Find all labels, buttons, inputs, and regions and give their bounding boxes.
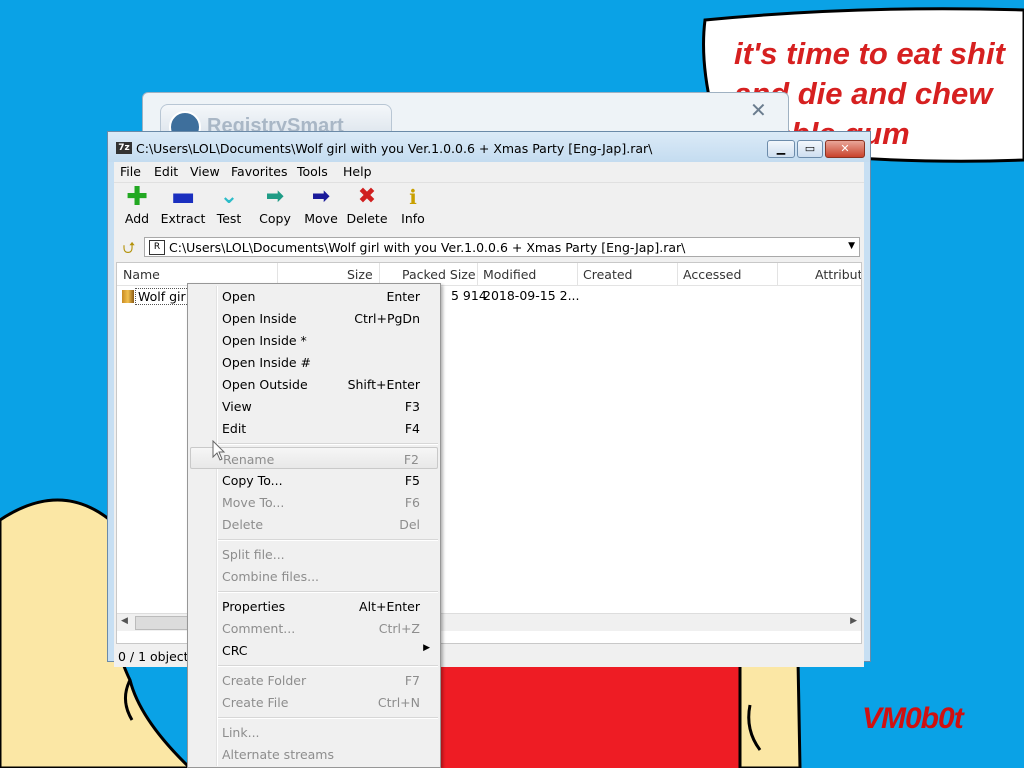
menu-bar: File Edit View Favorites Tools Help	[114, 162, 864, 182]
move-button[interactable]: ➡ Move	[298, 185, 344, 231]
title-bar[interactable]: 7z C:\Users\LOL\Documents\Wolf girl with…	[108, 132, 870, 162]
add-label: Add	[124, 211, 150, 226]
menu-item-delete[interactable]: Delete Del	[190, 513, 438, 535]
copy-arrow-icon: ➡	[265, 184, 285, 209]
path-field[interactable]: R C:\Users\LOL\Documents\Wolf girl with …	[144, 237, 860, 257]
menu-item-create-file[interactable]: Create File Ctrl+N	[190, 691, 438, 713]
menu-item-copy-to[interactable]: Copy To... F5	[190, 469, 438, 491]
info-button[interactable]: ℹ Info	[390, 185, 436, 231]
close-button[interactable]: ✕	[825, 140, 865, 158]
path-text: C:\Users\LOL\Documents\Wolf girl with yo…	[169, 240, 686, 255]
chevron-down-icon[interactable]: ▼	[848, 241, 855, 251]
copy-label: Copy	[259, 211, 291, 226]
plus-icon: ✚	[126, 182, 148, 212]
menu-item-view[interactable]: View F3	[190, 395, 438, 417]
window-title: C:\Users\LOL\Documents\Wolf girl with yo…	[136, 141, 653, 156]
rar-icon: R	[149, 240, 165, 255]
file-modified: 2018-09-15 2...	[483, 288, 580, 303]
menu-view[interactable]: View	[190, 164, 220, 179]
menu-item-combine-files[interactable]: Combine files...	[190, 565, 438, 587]
menu-item-link[interactable]: Link...	[190, 721, 438, 743]
file-name[interactable]: Wolf gir	[135, 288, 189, 305]
column-accessed[interactable]: Accessed	[683, 267, 741, 282]
7z-icon: 7z	[116, 142, 132, 154]
menu-tools[interactable]: Tools	[297, 164, 328, 179]
menu-file[interactable]: File	[120, 164, 141, 179]
column-packed-size[interactable]: Packed Size	[402, 267, 476, 282]
move-label: Move	[304, 211, 338, 226]
submenu-arrow-icon: ▶	[423, 643, 430, 653]
drawn-red-shirt	[440, 660, 740, 768]
add-button[interactable]: ✚ Add	[114, 182, 160, 231]
move-arrow-icon: ➡	[311, 184, 331, 209]
menu-item-properties[interactable]: Properties Alt+Enter	[190, 595, 438, 617]
menu-item-split-file[interactable]: Split file...	[190, 543, 438, 565]
menu-edit[interactable]: Edit	[154, 164, 178, 179]
menu-item-comment[interactable]: Comment... Ctrl+Z	[190, 617, 438, 639]
scroll-left-icon[interactable]: ◀	[121, 616, 128, 626]
menu-item-open-inside-hash[interactable]: Open Inside #	[190, 351, 438, 373]
column-attributes[interactable]: Attributes	[815, 267, 861, 282]
info-label: Info	[401, 211, 425, 226]
mouse-cursor-icon	[212, 440, 226, 461]
menu-item-rename[interactable]: Rename F2	[190, 447, 438, 469]
folder-icon	[122, 290, 134, 303]
status-text: 0 / 1 object(	[118, 649, 194, 664]
copy-button[interactable]: ➡ Copy	[252, 185, 298, 231]
menu-favorites[interactable]: Favorites	[231, 164, 287, 179]
check-icon: ⌄	[219, 184, 239, 209]
scroll-right-icon[interactable]: ▶	[850, 616, 857, 626]
menu-item-open-inside-star[interactable]: Open Inside *	[190, 329, 438, 351]
address-bar: ⮍ R C:\Users\LOL\Documents\Wolf girl wit…	[114, 236, 864, 260]
delete-label: Delete	[346, 211, 388, 226]
minimize-button[interactable]: ▁	[767, 140, 795, 158]
menu-item-open[interactable]: Open Enter	[190, 285, 438, 307]
artist-signature: VM0b0t	[862, 702, 964, 735]
test-button[interactable]: ⌄ Test	[206, 185, 252, 231]
column-name[interactable]: Name	[123, 267, 160, 282]
minus-icon: ▬	[170, 182, 196, 212]
menu-item-open-outside[interactable]: Open Outside Shift+Enter	[190, 373, 438, 395]
delete-x-icon: ✖	[357, 184, 377, 209]
toolbar: ✚ Add ▬ Extract ⌄ Test ➡ Copy ➡ Move ✖ D…	[114, 182, 864, 233]
column-created[interactable]: Created	[583, 267, 632, 282]
menu-help[interactable]: Help	[343, 164, 372, 179]
menu-item-edit[interactable]: Edit F4	[190, 417, 438, 439]
menu-item-move-to[interactable]: Move To... F6	[190, 491, 438, 513]
background-close-icon[interactable]: ✕	[750, 98, 767, 122]
menu-item-alternate-streams[interactable]: Alternate streams	[190, 743, 438, 765]
column-modified[interactable]: Modified	[483, 267, 536, 282]
menu-item-open-inside[interactable]: Open Inside Ctrl+PgDn	[190, 307, 438, 329]
up-folder-icon[interactable]: ⮍	[118, 237, 140, 259]
file-packed-size: 5 914	[451, 288, 487, 303]
column-size[interactable]: Size	[347, 267, 373, 282]
extract-label: Extract	[160, 211, 206, 226]
info-icon: ℹ	[409, 185, 417, 209]
delete-button[interactable]: ✖ Delete	[344, 185, 390, 231]
maximize-button[interactable]: ▭	[797, 140, 823, 158]
context-menu: Open Enter Open Inside Ctrl+PgDn Open Insi…	[187, 283, 441, 768]
extract-button[interactable]: ▬ Extract	[160, 182, 206, 231]
test-label: Test	[216, 211, 242, 226]
menu-item-create-folder[interactable]: Create Folder F7	[190, 669, 438, 691]
menu-item-crc[interactable]: CRC ▶	[190, 639, 438, 661]
